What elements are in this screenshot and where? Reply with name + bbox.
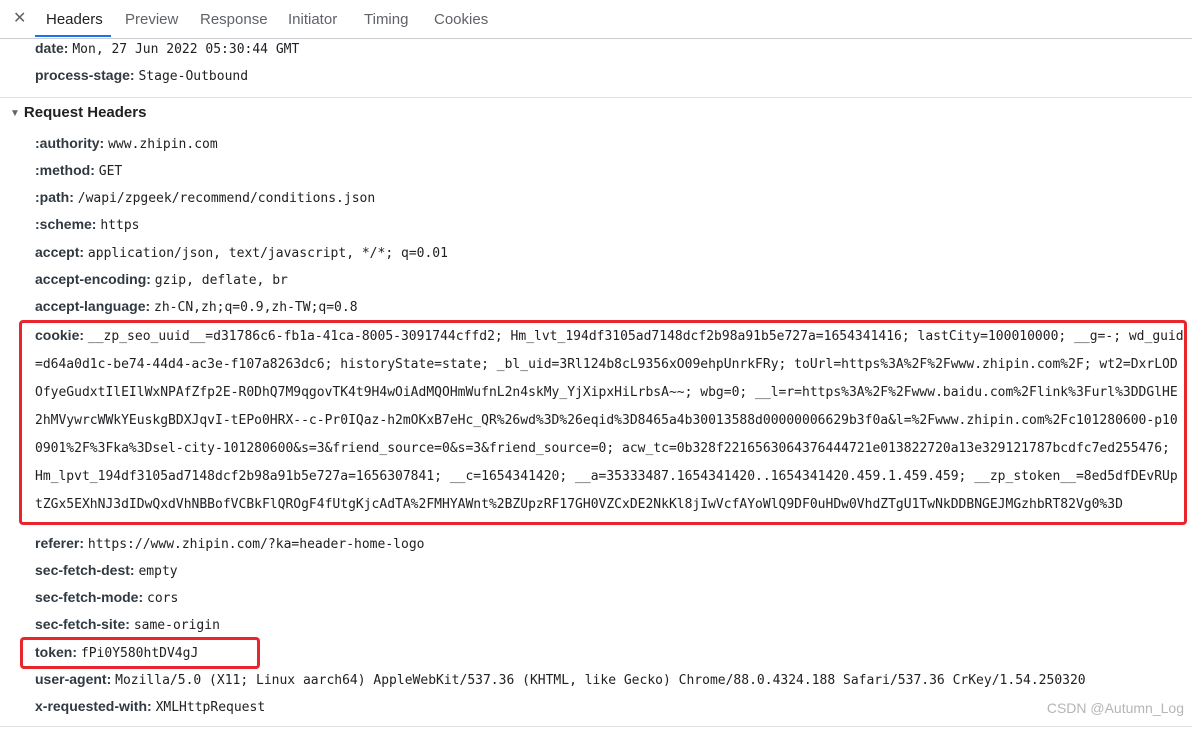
header-name: sec-fetch-site:	[35, 616, 130, 632]
devtools-tab-bar: ✕ Headers Preview Response Initiator Tim…	[0, 0, 1192, 39]
tab-initiator[interactable]: Initiator	[288, 11, 337, 29]
header-value: XMLHttpRequest	[155, 700, 266, 715]
header-row-accept-encoding: accept-encoding: gzip, deflate, br	[35, 269, 288, 289]
header-row-user-agent: user-agent: Mozilla/5.0 (X11; Linux aarc…	[35, 669, 1086, 689]
header-name: referer:	[35, 535, 85, 551]
header-name: process-stage:	[35, 67, 135, 83]
header-value: gzip, deflate, br	[154, 273, 288, 288]
header-row-authority: :authority: www.zhipin.com	[35, 133, 218, 153]
tab-timing[interactable]: Timing	[364, 11, 408, 29]
header-value: www.zhipin.com	[108, 137, 218, 152]
header-name: :scheme:	[35, 216, 97, 232]
header-row-sec-fetch-site: sec-fetch-site: same-origin	[35, 614, 220, 634]
close-icon[interactable]: ✕	[13, 9, 26, 29]
header-value: Stage-Outbound	[138, 69, 249, 84]
tab-cookies[interactable]: Cookies	[434, 11, 488, 29]
header-name: accept-language:	[35, 298, 151, 314]
header-row-scheme: :scheme: https	[35, 214, 140, 234]
expand-triangle-icon: ▼	[10, 108, 20, 119]
header-row-x-requested-with: x-requested-with: XMLHttpRequest	[35, 696, 265, 716]
header-value: GET	[98, 164, 123, 179]
cookie-highlight-box	[19, 320, 1187, 525]
header-name: :authority:	[35, 135, 105, 151]
header-value: empty	[138, 564, 178, 579]
header-row-process-stage: process-stage: Stage-Outbound	[35, 65, 248, 85]
header-value: cors	[147, 591, 179, 606]
header-row-path: :path: /wapi/zpgeek/recommend/conditions…	[35, 187, 375, 207]
header-name: accept:	[35, 244, 85, 260]
token-highlight-box	[20, 637, 260, 669]
header-name: x-requested-with:	[35, 698, 152, 714]
header-value: https://www.zhipin.com/?ka=header-home-l…	[87, 537, 425, 552]
header-name: :method:	[35, 162, 95, 178]
header-row-method: :method: GET	[35, 160, 122, 180]
header-value: application/json, text/javascript, */*; …	[87, 246, 448, 261]
header-row-sec-fetch-mode: sec-fetch-mode: cors	[35, 587, 178, 607]
active-tab-indicator	[35, 35, 111, 37]
header-value: same-origin	[133, 618, 220, 633]
header-row-sec-fetch-dest: sec-fetch-dest: empty	[35, 560, 178, 580]
header-row-date: date: Mon, 27 Jun 2022 05:30:44 GMT	[35, 38, 299, 58]
header-row-accept: accept: application/json, text/javascrip…	[35, 242, 448, 262]
header-name: date:	[35, 40, 69, 56]
watermark: CSDN @Autumn_Log	[1046, 700, 1184, 716]
section-title: Request Headers	[23, 104, 147, 121]
tab-preview[interactable]: Preview	[125, 11, 178, 29]
header-value: zh-CN,zh;q=0.9,zh-TW;q=0.8	[154, 300, 358, 315]
header-value: /wapi/zpgeek/recommend/conditions.json	[77, 191, 376, 206]
section-divider	[0, 97, 1192, 98]
header-name: accept-encoding:	[35, 271, 151, 287]
header-name: user-agent:	[35, 671, 112, 687]
tab-response[interactable]: Response	[200, 11, 268, 29]
header-value: https	[100, 218, 140, 233]
header-value: Mon, 27 Jun 2022 05:30:44 GMT	[72, 42, 300, 57]
header-row-referer: referer: https://www.zhipin.com/?ka=head…	[35, 533, 424, 553]
request-headers-section-toggle[interactable]: ▼ Request Headers	[10, 103, 146, 123]
header-name: sec-fetch-mode:	[35, 589, 144, 605]
bottom-divider	[0, 726, 1192, 727]
header-name: sec-fetch-dest:	[35, 562, 135, 578]
header-value: Mozilla/5.0 (X11; Linux aarch64) AppleWe…	[115, 673, 1086, 688]
tab-headers[interactable]: Headers	[46, 11, 103, 29]
header-name: :path:	[35, 189, 74, 205]
header-row-accept-language: accept-language: zh-CN,zh;q=0.9,zh-TW;q=…	[35, 296, 358, 316]
